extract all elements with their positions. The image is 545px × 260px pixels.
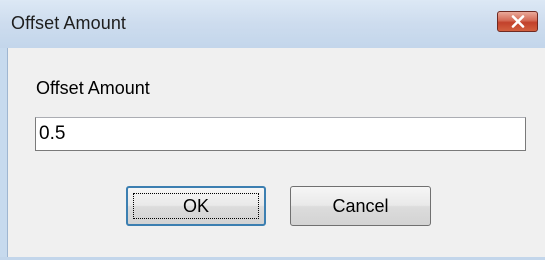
dialog-title: Offset Amount <box>11 13 127 33</box>
offset-amount-input[interactable] <box>35 117 526 151</box>
cancel-button[interactable]: Cancel <box>290 186 431 226</box>
dialog-body: Offset Amount OK Cancel <box>7 48 545 260</box>
ok-button-label: OK <box>182 196 209 216</box>
close-button[interactable] <box>497 11 538 32</box>
close-icon <box>511 15 525 28</box>
title-bar[interactable]: Offset Amount <box>0 0 545 48</box>
ok-button[interactable]: OK <box>126 186 266 226</box>
offset-amount-label: Offset Amount <box>36 78 150 98</box>
dialog-window: Offset Amount Offset Amount OK Cancel <box>0 0 545 260</box>
